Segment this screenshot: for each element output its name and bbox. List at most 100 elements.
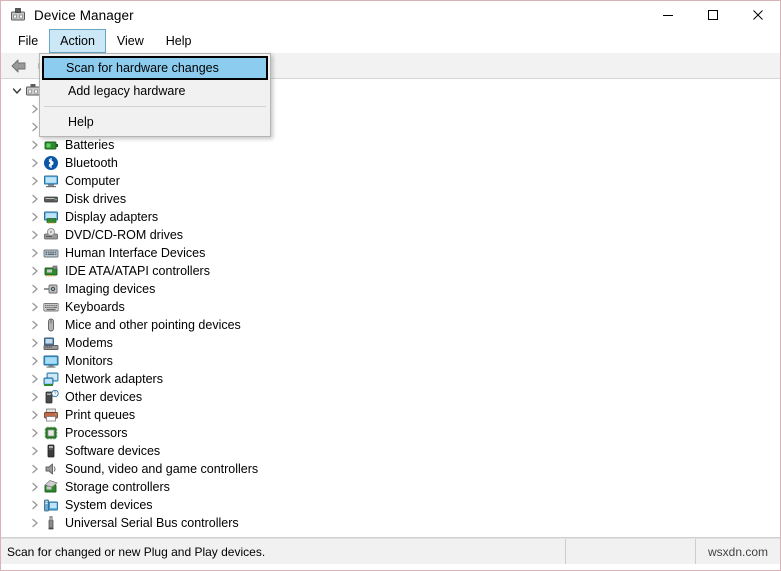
device-tree: Batteries Bluetooth Computer Disk drives Dis… <box>1 82 780 532</box>
tree-row[interactable]: Disk drives <box>1 190 780 208</box>
tree-row[interactable]: Print queues <box>1 406 780 424</box>
chevron-right-icon[interactable] <box>27 389 43 405</box>
svg-text:?: ? <box>54 392 57 398</box>
tree-row-label: Mice and other pointing devices <box>65 318 241 332</box>
tree-row[interactable]: Bluetooth <box>1 154 780 172</box>
chevron-right-icon[interactable] <box>27 425 43 441</box>
status-message: Scan for changed or new Plug and Play de… <box>1 539 566 564</box>
tree-row-label: Monitors <box>65 354 113 368</box>
tree-row-label: Storage controllers <box>65 480 170 494</box>
device-tree-panel[interactable]: Batteries Bluetooth Computer Disk drives Dis… <box>1 79 780 538</box>
tree-row[interactable]: Modems <box>1 334 780 352</box>
watermark: wsxdn.com <box>707 544 769 559</box>
chevron-right-icon[interactable] <box>27 191 43 207</box>
tree-row-label: Network adapters <box>65 372 163 386</box>
bluetooth-icon <box>43 155 59 171</box>
chevron-right-icon[interactable] <box>27 227 43 243</box>
chevron-right-icon[interactable] <box>27 299 43 315</box>
title-bar: Device Manager <box>1 1 780 29</box>
chevron-right-icon[interactable] <box>27 155 43 171</box>
status-bar: Scan for changed or new Plug and Play de… <box>1 538 780 564</box>
tree-row-label: Human Interface Devices <box>65 246 206 260</box>
tree-row[interactable]: Universal Serial Bus controllers <box>1 514 780 532</box>
chevron-right-icon[interactable] <box>27 173 43 189</box>
tree-row[interactable]: Processors <box>1 424 780 442</box>
status-spacer <box>566 539 696 564</box>
chevron-right-icon[interactable] <box>27 335 43 351</box>
tree-row-label: Bluetooth <box>65 156 118 170</box>
device-manager-window: Device Manager File Action View Help Bat… <box>0 0 781 571</box>
tree-row-label: IDE ATA/ATAPI controllers <box>65 264 210 278</box>
chevron-right-icon[interactable] <box>27 497 43 513</box>
tree-row[interactable]: Storage controllers <box>1 478 780 496</box>
chevron-right-icon[interactable] <box>27 317 43 333</box>
tree-row-label: Other devices <box>65 390 143 404</box>
back-button[interactable] <box>6 55 32 77</box>
tree-row[interactable]: Mice and other pointing devices <box>1 316 780 334</box>
tree-row[interactable]: ? Other devices <box>1 388 780 406</box>
imaging-device-icon <box>43 281 59 297</box>
computer-icon <box>43 173 59 189</box>
chevron-right-icon[interactable] <box>27 245 43 261</box>
tree-row-label: Universal Serial Bus controllers <box>65 516 239 530</box>
chevron-right-icon[interactable] <box>27 479 43 495</box>
menu-item-add-legacy-hardware[interactable]: Add legacy hardware <box>42 80 268 102</box>
minimize-button[interactable] <box>645 1 690 29</box>
chevron-right-icon[interactable] <box>27 443 43 459</box>
tree-row-label: Computer <box>65 174 120 188</box>
tree-row-label: System devices <box>65 498 153 512</box>
battery-icon <box>43 137 59 153</box>
tree-row[interactable]: Software devices <box>1 442 780 460</box>
tree-row-label: Print queues <box>65 408 136 422</box>
chevron-right-icon[interactable] <box>27 407 43 423</box>
chevron-right-icon[interactable] <box>27 371 43 387</box>
network-adapter-icon <box>43 371 59 387</box>
tree-row-label: Keyboards <box>65 300 125 314</box>
tree-row[interactable]: Display adapters <box>1 208 780 226</box>
window-controls <box>645 1 780 29</box>
tree-row[interactable]: System devices <box>1 496 780 514</box>
window-title: Device Manager <box>34 7 134 23</box>
tree-row[interactable]: IDE ATA/ATAPI controllers <box>1 262 780 280</box>
chevron-right-icon[interactable] <box>27 209 43 225</box>
chevron-right-icon[interactable] <box>27 461 43 477</box>
tree-row[interactable]: DVD/CD-ROM drives <box>1 226 780 244</box>
chevron-down-icon[interactable] <box>9 83 25 99</box>
menu-item-help[interactable]: Help <box>42 111 268 133</box>
maximize-button[interactable] <box>690 1 735 29</box>
usb-controller-icon <box>43 515 59 531</box>
chevron-right-icon[interactable] <box>27 353 43 369</box>
system-device-icon <box>43 497 59 513</box>
processor-icon <box>43 425 59 441</box>
software-device-icon <box>43 443 59 459</box>
menu-file[interactable]: File <box>7 29 49 53</box>
tree-row-label: Processors <box>65 426 128 440</box>
menu-help[interactable]: Help <box>155 29 203 53</box>
tree-row-label: Modems <box>65 336 113 350</box>
hid-icon <box>43 245 59 261</box>
keyboard-icon <box>43 299 59 315</box>
menu-view[interactable]: View <box>106 29 155 53</box>
tree-row[interactable]: Keyboards <box>1 298 780 316</box>
chevron-right-icon[interactable] <box>27 515 43 531</box>
chevron-right-icon[interactable] <box>27 281 43 297</box>
tree-row-label: Display adapters <box>65 210 159 224</box>
tree-row-label: Software devices <box>65 444 161 458</box>
tree-row[interactable]: Sound, video and game controllers <box>1 460 780 478</box>
printer-icon <box>43 407 59 423</box>
tree-row[interactable]: Network adapters <box>1 370 780 388</box>
chevron-right-icon[interactable] <box>27 137 43 153</box>
tree-row[interactable]: Imaging devices <box>1 280 780 298</box>
mouse-icon <box>43 317 59 333</box>
tree-row[interactable]: Human Interface Devices <box>1 244 780 262</box>
tree-row[interactable]: Monitors <box>1 352 780 370</box>
tree-row[interactable]: Batteries <box>1 136 780 154</box>
tree-row[interactable]: Computer <box>1 172 780 190</box>
menu-separator <box>44 106 266 107</box>
ide-controller-icon <box>43 263 59 279</box>
menu-action[interactable]: Action <box>49 29 106 53</box>
menu-item-scan-for-hardware-changes[interactable]: Scan for hardware changes <box>42 56 268 80</box>
tree-row-label: Sound, video and game controllers <box>65 462 259 476</box>
close-button[interactable] <box>735 1 780 29</box>
chevron-right-icon[interactable] <box>27 263 43 279</box>
